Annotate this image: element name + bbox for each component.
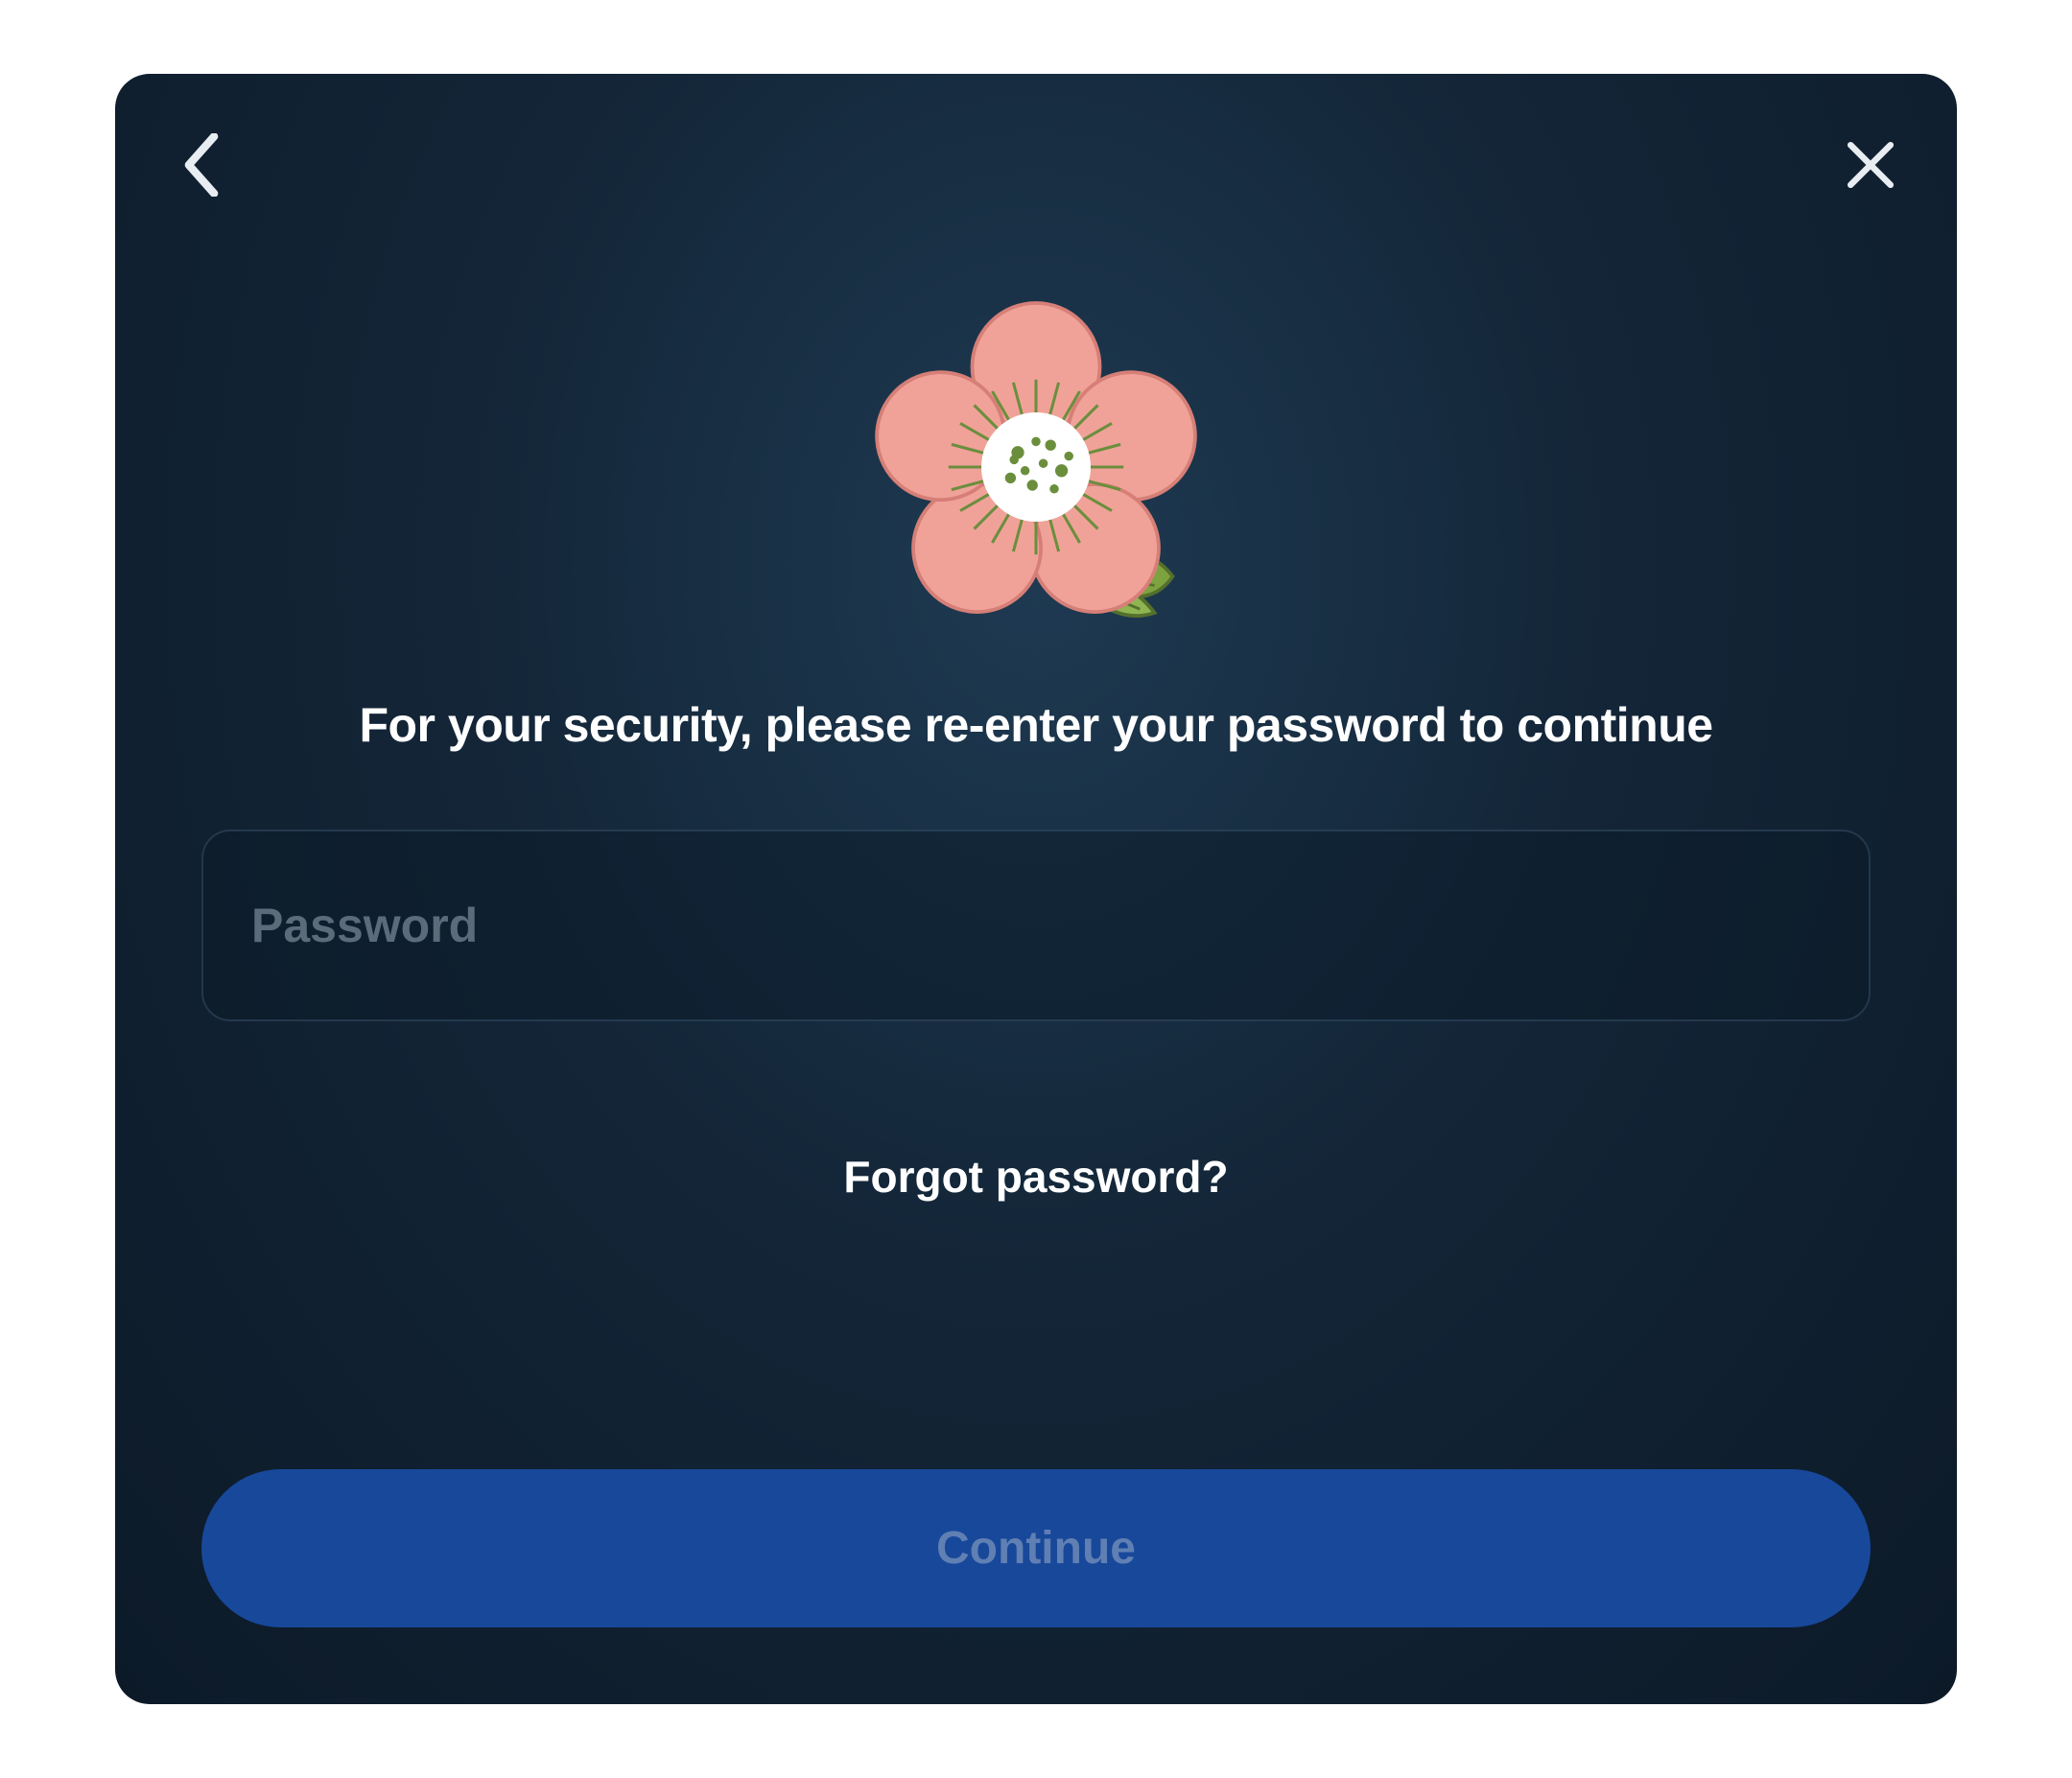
avatar	[854, 285, 1218, 649]
spacer	[173, 1203, 1899, 1469]
avatar-container	[173, 285, 1899, 649]
close-button[interactable]	[1842, 136, 1899, 194]
security-heading: For your security, please re-enter your …	[201, 697, 1871, 753]
close-icon	[1846, 140, 1895, 190]
password-input[interactable]	[201, 830, 1871, 1021]
continue-button[interactable]: Continue	[201, 1469, 1871, 1627]
back-button[interactable]	[173, 136, 230, 194]
top-bar	[173, 131, 1899, 199]
forgot-password-link[interactable]: Forgot password?	[843, 1151, 1228, 1203]
flower-icon	[854, 285, 1218, 649]
password-confirm-dialog: For your security, please re-enter your …	[115, 74, 1957, 1704]
chevron-left-icon	[180, 133, 223, 197]
